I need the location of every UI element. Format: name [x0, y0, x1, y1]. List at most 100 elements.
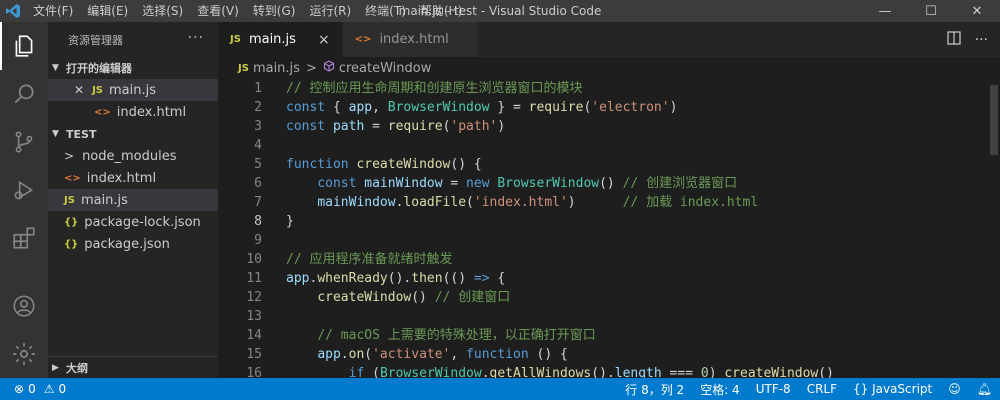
code-line[interactable]: 6 const mainWindow = new BrowserWindow()… [218, 174, 1000, 193]
minimize-button[interactable]: — [862, 0, 908, 22]
code-text: const path = require('path') [262, 117, 505, 136]
code-token: () { [528, 347, 568, 362]
menu-help[interactable]: 帮助(H) [413, 0, 469, 22]
code-text: app.on('activate', function () { [262, 345, 568, 364]
menu-view[interactable]: 查看(V) [190, 0, 246, 22]
code-token: on [348, 347, 365, 362]
explorer-sidebar: 资源管理器 ··· ▼ 打开的编辑器 ✕ JS main.js <> index… [48, 22, 218, 378]
close-tab-icon[interactable]: × [318, 32, 330, 48]
code-line[interactable]: 13 [218, 307, 1000, 326]
tab-main-js[interactable]: JS main.js × [218, 22, 343, 57]
menu-terminal[interactable]: 终端(T) [358, 0, 413, 22]
open-editors-section[interactable]: ▼ 打开的编辑器 [48, 57, 218, 79]
code-token: loadFile [403, 195, 467, 210]
code-text: mainWindow.loadFile('index.html') // 加载 … [262, 193, 758, 212]
open-editor-item[interactable]: ✕ JS main.js [48, 79, 218, 101]
code-text: function createWindow() { [262, 155, 482, 174]
outline-section[interactable]: ▶ 大纲 [48, 356, 218, 378]
scrollbar-thumb[interactable] [990, 85, 998, 155]
menu-go[interactable]: 转到(G) [246, 0, 303, 22]
cursor-position[interactable]: 行 8，列 2 [625, 381, 684, 398]
more-actions-icon[interactable]: ··· [975, 32, 988, 48]
source-control-button[interactable] [0, 118, 48, 166]
code-line[interactable]: 4 [218, 136, 1000, 155]
more-actions-icon[interactable]: ··· [188, 30, 204, 46]
indentation[interactable]: 空格: 4 [700, 381, 740, 398]
code-line[interactable]: 8} [218, 212, 1000, 231]
code-token: 'electron' [591, 100, 670, 115]
close-icon[interactable]: ✕ [74, 83, 84, 97]
code-token: app [317, 347, 341, 362]
search-button[interactable] [0, 70, 48, 118]
code-line[interactable]: 2 const { app, BrowserWindow } = require(… [218, 98, 1000, 117]
maximize-button[interactable]: ☐ [908, 0, 954, 22]
tab-index-html[interactable]: <> index.html [342, 22, 478, 57]
warning-icon: ⚠ [43, 382, 55, 396]
folder-section[interactable]: ▼ TEST [48, 123, 218, 145]
code-line[interactable]: 3 const path = require('path') [218, 117, 1000, 136]
open-editor-item[interactable]: <> index.html [48, 101, 218, 123]
code-line[interactable]: 14 // macOS 上需要的特殊处理，以正确打开窗口 [218, 326, 1000, 345]
code-line[interactable]: 7 mainWindow.loadFile('index.html') // 加… [218, 193, 1000, 212]
code-token: createWindow [317, 290, 412, 305]
language-mode[interactable]: {} JavaScript [853, 382, 932, 396]
end-of-line[interactable]: CRLF [807, 382, 837, 396]
code-token: 'path' [450, 119, 498, 134]
line-number: 12 [246, 290, 262, 305]
accounts-button[interactable] [0, 282, 48, 330]
line-number: 10 [246, 252, 262, 267]
code-token: // 创建窗口 [434, 290, 511, 305]
line-number: 15 [246, 347, 262, 362]
code-line[interactable]: 10 // 应用程序准备就绪时触发 [218, 250, 1000, 269]
split-editor-icon[interactable] [947, 30, 961, 49]
code-line[interactable]: 5 function createWindow() { [218, 155, 1000, 174]
problems-indicator[interactable]: ⊗ 0 ⚠ 0 [0, 382, 66, 396]
code-token: { [325, 100, 349, 115]
tree-item-package-lock[interactable]: {} package-lock.json [48, 211, 218, 233]
tree-item-index-html[interactable]: <> index.html [48, 167, 218, 189]
editor-scrollbar[interactable] [986, 79, 1000, 378]
code-line[interactable]: 12 createWindow() // 创建窗口 [218, 288, 1000, 307]
feedback-icon[interactable]: ☺ [948, 382, 961, 396]
code-line[interactable]: 15 app.on('activate', function () { [218, 345, 1000, 364]
code-token: createWindow [724, 366, 819, 378]
code-token: (). [591, 366, 615, 378]
manage-button[interactable] [0, 330, 48, 378]
code-token: ) [567, 195, 623, 210]
code-token: // 应用程序准备就绪时触发 [286, 252, 453, 267]
menu-file[interactable]: 文件(F) [26, 0, 80, 22]
js-file-icon: JS [64, 194, 75, 206]
bell-icon[interactable]: 🔔︎ [977, 382, 992, 396]
encoding[interactable]: UTF-8 [756, 382, 791, 396]
run-debug-button[interactable] [0, 166, 48, 214]
tab-label: index.html [379, 32, 449, 47]
tree-item-main-js[interactable]: JS main.js [48, 189, 218, 211]
menu-run[interactable]: 运行(R) [302, 0, 358, 22]
explorer-button[interactable] [0, 22, 48, 70]
tree-item-label: main.js [80, 192, 128, 208]
code-line[interactable]: 1 // 控制应用生命周期和创建原生浏览器窗口的模块 [218, 79, 1000, 98]
breadcrumb-file[interactable]: main.js [253, 61, 300, 76]
code-line[interactable]: 16 if (BrowserWindow.getAllWindows().len… [218, 364, 1000, 378]
code-token: require [528, 100, 584, 115]
code-token: createWindow [356, 157, 451, 172]
code-editor[interactable]: 1// 控制应用生命周期和创建原生浏览器窗口的模块 2 const { app, B… [218, 79, 1000, 378]
code-token: // macOS 上需要的特殊处理，以正确打开窗口 [317, 328, 596, 343]
code-token: (). [387, 271, 412, 286]
code-token: () { [450, 157, 482, 172]
menu-selection[interactable]: 选择(S) [135, 0, 190, 22]
breadcrumb-symbol[interactable]: createWindow [339, 61, 432, 76]
menu-edit[interactable]: 编辑(E) [80, 0, 135, 22]
code-line[interactable]: 9 [218, 231, 1000, 250]
code-token: ( [466, 195, 474, 210]
code-token: } = [489, 100, 529, 115]
code-line[interactable]: 11 app.whenReady().then(() => { [218, 269, 1000, 288]
code-token: () [818, 366, 834, 378]
code-token: () [411, 290, 435, 305]
tree-item-node-modules[interactable]: > node_modules [48, 145, 218, 167]
tree-item-package-json[interactable]: {} package.json [48, 233, 218, 255]
extensions-button[interactable] [0, 214, 48, 262]
title-bar: 文件(F) 编辑(E) 选择(S) 查看(V) 转到(G) 运行(R) 终端(T… [0, 0, 1000, 22]
close-window-button[interactable]: ✕ [954, 0, 1000, 22]
